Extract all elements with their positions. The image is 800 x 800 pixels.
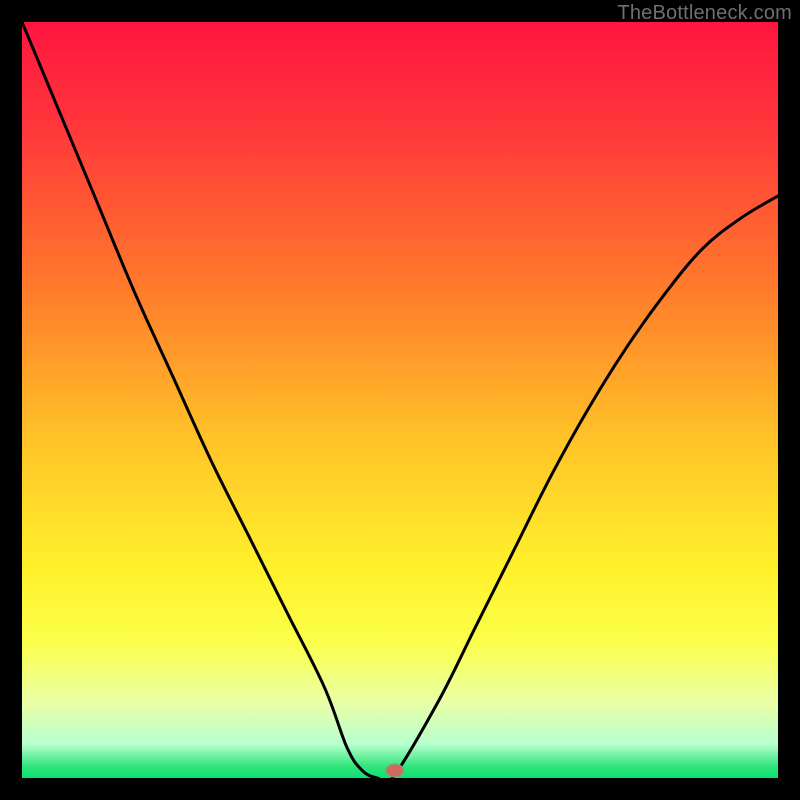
bottleneck-chart [22, 22, 778, 778]
optimal-point-marker [386, 764, 404, 777]
plot-area [22, 22, 778, 778]
gradient-background [22, 22, 778, 778]
chart-frame: TheBottleneck.com [0, 0, 800, 800]
